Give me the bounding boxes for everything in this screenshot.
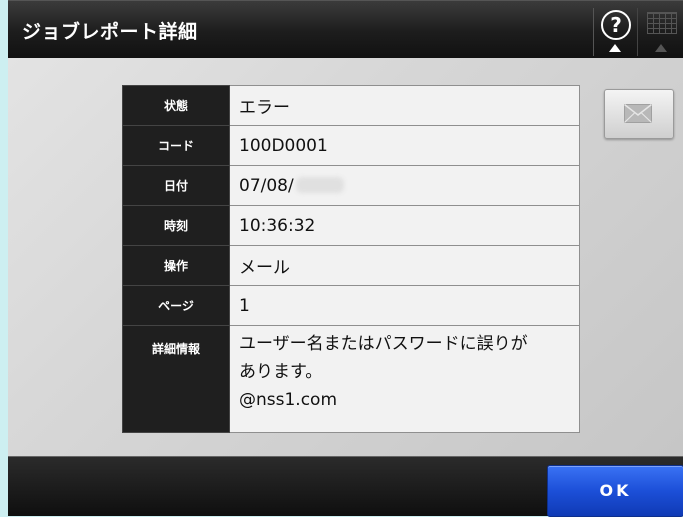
- detail-line: あります。: [239, 362, 323, 382]
- pages-value: 1: [229, 285, 580, 326]
- app-window: ジョブレポート詳細 ? 状態 エラー コード 100D0001 日付 07/08…: [8, 0, 683, 517]
- table-row: コード 100D0001: [122, 125, 580, 166]
- table-row: 詳細情報 ユーザー名またはパスワードに誤りが あります。 @nss1.com: [122, 325, 580, 433]
- mail-icon: [624, 104, 652, 123]
- status-label: 状態: [122, 85, 230, 126]
- up-arrow-icon: [609, 44, 621, 52]
- operation-label: 操作: [122, 245, 230, 286]
- footer-bar: OK: [8, 456, 683, 517]
- table-row: 時刻 10:36:32: [122, 205, 580, 246]
- date-label: 日付: [122, 165, 230, 206]
- detail-label: 詳細情報: [122, 325, 230, 433]
- table-row: ページ 1: [122, 285, 580, 326]
- keyboard-button[interactable]: [637, 8, 683, 56]
- table-row: 操作 メール: [122, 245, 580, 286]
- help-icon: ?: [601, 10, 631, 40]
- keyboard-icon: [647, 12, 677, 34]
- send-mail-button[interactable]: [604, 89, 674, 139]
- title-bar: ジョブレポート詳細 ?: [8, 0, 683, 58]
- main-content: 状態 エラー コード 100D0001 日付 07/08/ 時刻 10:36:3…: [8, 58, 683, 456]
- pages-label: ページ: [122, 285, 230, 326]
- time-label: 時刻: [122, 205, 230, 246]
- detail-line: @nss1.com: [239, 390, 338, 410]
- help-button[interactable]: ?: [593, 8, 636, 56]
- redacted-year: [295, 176, 344, 193]
- ok-button[interactable]: OK: [547, 465, 683, 517]
- table-row: 日付 07/08/: [122, 165, 580, 206]
- code-label: コード: [122, 125, 230, 166]
- date-cell: 07/08/: [229, 165, 580, 206]
- code-value: 100D0001: [229, 125, 580, 166]
- status-value: エラー: [229, 85, 580, 126]
- table-row: 状態 エラー: [122, 85, 580, 126]
- detail-line: ユーザー名またはパスワードに誤りが: [239, 334, 528, 354]
- page-title: ジョブレポート詳細: [22, 21, 198, 43]
- up-arrow-icon: [655, 44, 667, 52]
- operation-value: メール: [229, 245, 580, 286]
- job-report-table: 状態 エラー コード 100D0001 日付 07/08/ 時刻 10:36:3…: [122, 85, 580, 433]
- date-value: 07/08/: [239, 175, 294, 196]
- time-value: 10:36:32: [229, 205, 580, 246]
- detail-value: ユーザー名またはパスワードに誤りが あります。 @nss1.com: [229, 325, 580, 433]
